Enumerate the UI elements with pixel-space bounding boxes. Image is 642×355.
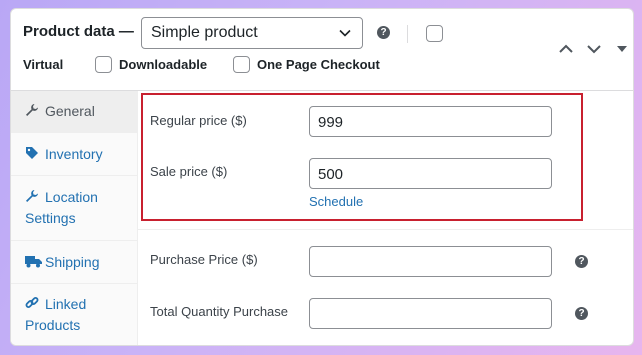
virtual-label: Virtual xyxy=(23,57,64,72)
tag-icon xyxy=(26,147,38,159)
product-data-tabs: General Inventory Location Settings Ship… xyxy=(11,91,138,345)
help-icon[interactable]: ? xyxy=(575,255,588,268)
help-icon[interactable]: ? xyxy=(575,307,588,320)
tab-label-line2: Products xyxy=(25,317,81,333)
downloadable-option[interactable]: Downloadable xyxy=(95,56,207,73)
downloadable-checkbox[interactable] xyxy=(95,56,112,73)
divider xyxy=(138,229,633,230)
link-icon xyxy=(25,297,39,308)
total-quantity-purchase-label: Total Quantity Purchase xyxy=(150,304,289,319)
tab-label: Inventory xyxy=(45,146,103,162)
collapse-triangle-icon[interactable] xyxy=(614,41,630,57)
general-tab-content: Regular price ($) 999 Sale price ($) 500… xyxy=(138,91,633,345)
help-icon[interactable]: ? xyxy=(377,26,390,39)
virtual-checkbox[interactable] xyxy=(426,25,443,42)
tab-general[interactable]: General xyxy=(11,91,138,133)
one-page-checkout-label: One Page Checkout xyxy=(257,57,380,72)
tab-label: Shipping xyxy=(45,254,100,270)
chevron-down-icon[interactable] xyxy=(586,41,602,57)
tab-linked-products[interactable]: Linked Products xyxy=(11,284,138,345)
product-data-header: Product data — Simple product ? Virtual … xyxy=(11,9,633,91)
panel-title: Product data — xyxy=(23,23,134,40)
chevron-up-icon[interactable] xyxy=(558,41,574,57)
schedule-link[interactable]: Schedule xyxy=(309,194,363,209)
chevron-down-icon xyxy=(339,29,351,37)
downloadable-label: Downloadable xyxy=(119,57,208,72)
purchase-price-label: Purchase Price ($) xyxy=(150,252,258,267)
tab-label-line1: Location xyxy=(45,189,98,205)
product-data-panel: Product data — Simple product ? Virtual … xyxy=(10,8,634,346)
wrench-icon xyxy=(26,104,38,116)
wrench-icon xyxy=(26,190,38,202)
tab-inventory[interactable]: Inventory xyxy=(11,133,138,176)
divider xyxy=(407,25,408,43)
panel-toggle-arrows xyxy=(558,41,630,57)
sale-price-label: Sale price ($) xyxy=(150,164,228,179)
one-page-checkout-option[interactable]: One Page Checkout xyxy=(233,56,380,73)
tab-label-line2: Settings xyxy=(25,210,76,226)
regular-price-input[interactable]: 999 xyxy=(309,106,552,137)
total-quantity-purchase-input[interactable] xyxy=(309,298,552,329)
tab-label: General xyxy=(45,103,95,119)
product-type-select[interactable]: Simple product xyxy=(141,17,363,49)
tab-label-line1: Linked xyxy=(45,296,87,312)
truck-icon xyxy=(25,256,42,268)
tab-location-settings[interactable]: Location Settings xyxy=(11,176,138,241)
purchase-price-input[interactable] xyxy=(309,246,552,277)
one-page-checkout-checkbox[interactable] xyxy=(233,56,250,73)
tab-shipping[interactable]: Shipping xyxy=(11,241,138,284)
regular-price-label: Regular price ($) xyxy=(150,113,247,128)
sale-price-input[interactable]: 500 xyxy=(309,158,552,189)
product-type-value: Simple product xyxy=(151,24,258,41)
